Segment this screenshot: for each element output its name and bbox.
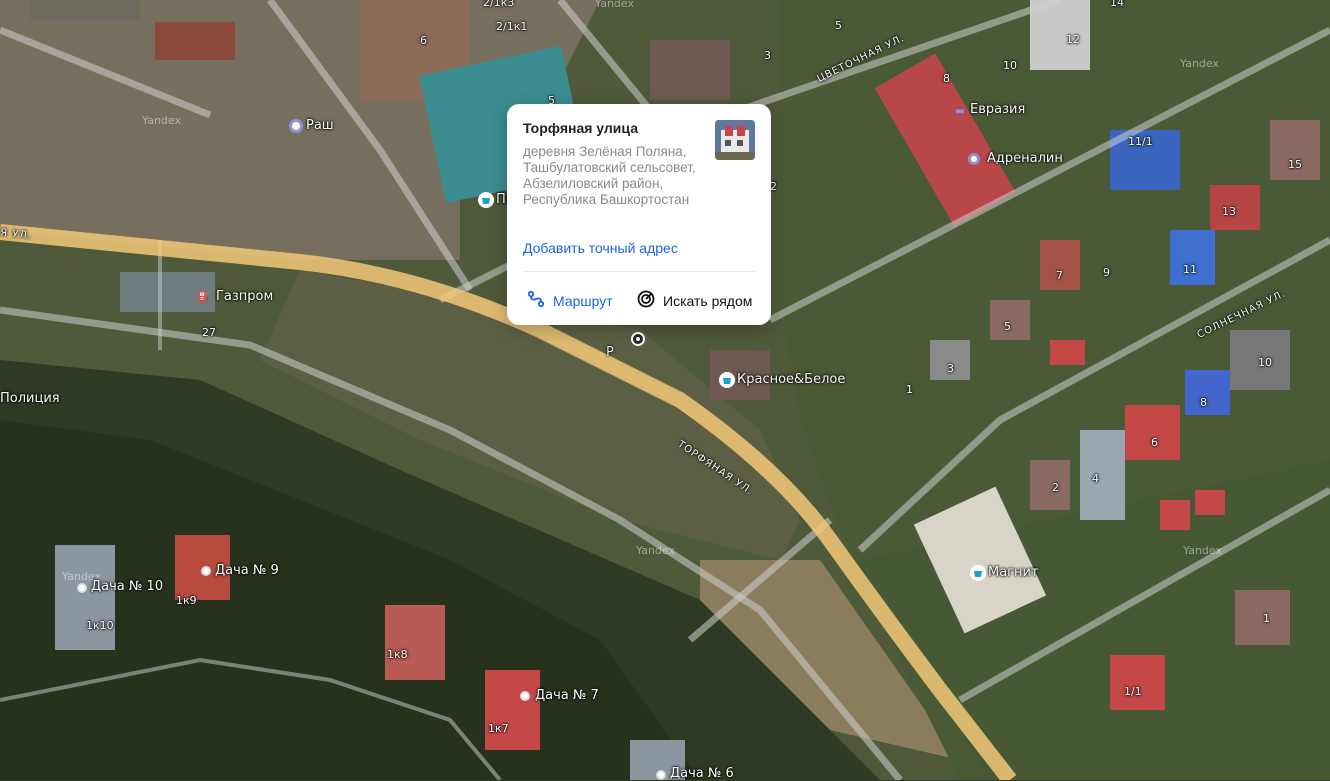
house-number: 8 [1200, 396, 1207, 409]
house-number: 4 [1092, 472, 1099, 485]
house-number: 11 [1183, 263, 1197, 276]
house-number: 1к10 [86, 619, 114, 632]
house-number: 7 [1056, 269, 1063, 282]
yandex-watermark: Yandex [595, 0, 634, 10]
poi-dacha-7[interactable]: Дача № 7 [535, 689, 599, 703]
divider [523, 271, 755, 272]
poi-rash[interactable]: Раш [306, 119, 334, 133]
poi-dacha-6[interactable]: Дача № 6 [670, 767, 734, 781]
yandex-watermark: Yandex [1180, 57, 1219, 70]
house-number: 8 [943, 72, 950, 85]
dacha-marker-icon[interactable] [77, 583, 87, 593]
rash-marker-icon[interactable] [289, 119, 303, 133]
house-number: 14 [1110, 0, 1124, 9]
shop-basket-icon[interactable] [719, 372, 735, 388]
house-number: 1к7 [488, 722, 509, 735]
search-nearby-button[interactable]: Искать рядом [637, 290, 752, 311]
dacha-marker-icon[interactable] [520, 691, 530, 701]
house-number: 1к8 [387, 648, 408, 661]
house-number: 15 [1288, 158, 1302, 171]
poi-policiya[interactable]: Полиция [0, 392, 60, 406]
house-number: 10 [1003, 59, 1017, 72]
popup-address: деревня Зелёная Поляна, Ташбулатовский с… [523, 144, 696, 207]
house-number: 13 [1222, 205, 1236, 218]
house-number: 2 [1052, 481, 1059, 494]
poi-gazprom[interactable]: Газпром [216, 290, 273, 304]
house-number: 5 [835, 19, 842, 32]
poi-dacha-10[interactable]: Дача № 10 [91, 580, 163, 594]
poi-adrenalin[interactable]: Адреналин [987, 152, 1063, 166]
house-number: 1 [906, 383, 913, 396]
house-number: 12 [1066, 33, 1080, 46]
building-photo-icon[interactable] [715, 120, 755, 160]
popup-title: Торфяная улица [523, 120, 638, 136]
shop-basket-icon[interactable] [478, 192, 494, 208]
house-number: 2/1к1 [496, 20, 528, 33]
house-number: 10 [1258, 356, 1272, 369]
poi-evraziya[interactable]: Евразия [970, 103, 1025, 117]
house-number: 5 [1004, 320, 1011, 333]
parking-icon[interactable]: P [606, 346, 614, 360]
house-number: 3 [947, 362, 954, 375]
house-number: 2 [770, 180, 777, 193]
search-nearby-label: Искать рядом [663, 292, 753, 309]
house-number: 6 [1151, 436, 1158, 449]
poi-krasnoe-beloe[interactable]: Красное&Белое [737, 373, 845, 387]
house-number: 1к9 [176, 594, 197, 607]
house-number: 6 [420, 34, 427, 47]
yandex-watermark: Yandex [142, 114, 181, 127]
fuel-icon[interactable]: ⛽ [196, 289, 212, 305]
hotel-icon[interactable]: ▬ [952, 103, 968, 119]
house-number: 3 [764, 49, 771, 62]
house-number: 1/1 [1124, 685, 1142, 698]
shop-basket-icon[interactable] [970, 565, 986, 581]
house-number: 9 [1103, 266, 1110, 279]
route-button-label: Маршрут [553, 292, 613, 309]
yandex-watermark: Yandex [636, 544, 675, 557]
adrenalin-marker-icon[interactable] [968, 153, 980, 165]
house-number: 2/1к3 [483, 0, 515, 9]
search-nearby-icon [637, 290, 655, 311]
house-number: 11/1 [1128, 135, 1153, 148]
location-popup: Торфяная улица деревня Зелёная Поляна, Т… [507, 104, 771, 325]
selected-location-marker[interactable] [631, 332, 645, 346]
route-icon [527, 290, 545, 311]
poi-dacha-9[interactable]: Дача № 9 [215, 564, 279, 578]
poi-magnit[interactable]: Магнит [988, 566, 1039, 580]
dacha-marker-icon[interactable] [656, 770, 666, 780]
add-exact-address-link[interactable]: Добавить точный адрес [523, 240, 678, 256]
route-button[interactable]: Маршрут [527, 290, 613, 311]
yandex-watermark: Yandex [1183, 544, 1222, 557]
house-number: 1 [1263, 612, 1270, 625]
house-number: 27 [202, 326, 216, 339]
dacha-marker-icon[interactable] [201, 566, 211, 576]
